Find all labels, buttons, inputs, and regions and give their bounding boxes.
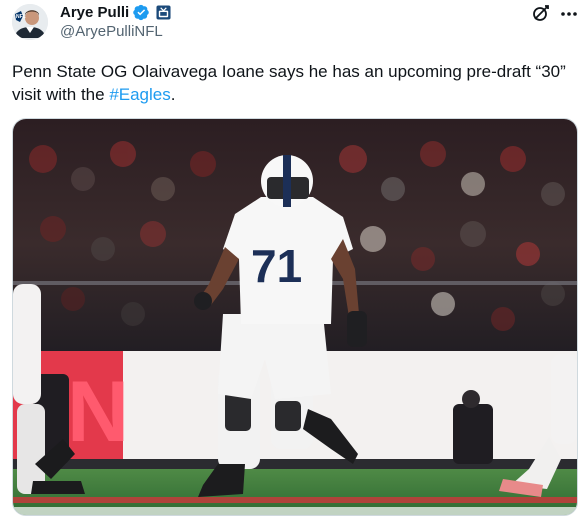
- verified-badge-icon[interactable]: [133, 4, 150, 21]
- handle[interactable]: @AryePulliNFL: [60, 23, 171, 40]
- avatar[interactable]: NFL: [12, 4, 48, 40]
- hashtag-link[interactable]: #Eagles: [109, 85, 170, 104]
- grok-icon[interactable]: [531, 3, 551, 23]
- broadcast-badge-icon[interactable]: [156, 4, 171, 20]
- tweet-text: Penn State OG Olaivavega Ioane says he h…: [12, 60, 572, 106]
- more-options-icon[interactable]: [559, 4, 579, 24]
- tweet-photo[interactable]: N 71: [12, 118, 578, 516]
- display-name[interactable]: Arye Pulli: [60, 4, 129, 21]
- banner-letter: N: [67, 364, 129, 460]
- avatar-image: NFL: [12, 4, 48, 40]
- author-block: Arye Pulli @AryePulliNFL: [60, 2, 171, 40]
- name-row: Arye Pulli: [60, 2, 171, 22]
- football-photo: N 71: [13, 119, 577, 515]
- svg-text:NFL: NFL: [16, 14, 26, 20]
- tweet: NFL Arye Pulli @AryePulliNFL Penn State …: [0, 0, 586, 526]
- tweet-text-end: .: [170, 85, 176, 104]
- tweet-text-body: Penn State OG Olaivavega Ioane says he h…: [12, 62, 566, 104]
- jersey-number: 71: [251, 240, 302, 292]
